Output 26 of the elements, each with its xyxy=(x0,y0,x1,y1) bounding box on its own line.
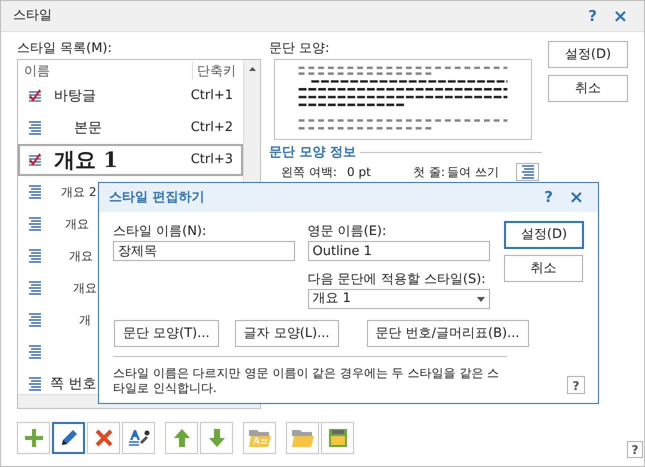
first-line-value: 들여 쓰기 xyxy=(447,166,500,178)
note-text: 스타일 이름은 다르지만 영문 이름이 같은 경우에는 두 스타일을 같은 스타일로 인식합니다. xyxy=(113,366,500,396)
style-name: 본문 xyxy=(73,118,102,138)
style-name: 개요 1 xyxy=(53,146,118,174)
shortcut: Ctrl+3 xyxy=(190,151,233,170)
first-line-label: 첫 줄: xyxy=(413,166,446,178)
style-name: 개요 xyxy=(68,248,93,265)
preview-label: 문단 모양: xyxy=(269,40,331,58)
left-margin-label: 왼쪽 여백: xyxy=(281,166,338,178)
shortcut: Ctrl+1 xyxy=(190,87,233,106)
style-name: 개요 2 xyxy=(60,184,96,201)
style-name: 쪽 번호 xyxy=(49,374,96,394)
dialog-title: 스타일 편집하기 xyxy=(109,188,205,207)
field-label: 다음 문단에 적용할 스타일(S): xyxy=(308,271,487,289)
style-name: 바탕글 xyxy=(53,86,96,106)
window-title: 스타일 xyxy=(13,7,52,26)
column-header: 단축키 xyxy=(196,63,237,80)
left-margin-value: 0 pt xyxy=(347,166,372,178)
style-name: 개요 xyxy=(64,216,89,233)
shortcut: Ctrl+2 xyxy=(190,119,233,138)
style-name: 개 xyxy=(78,312,91,329)
style-name: 개요 xyxy=(72,280,97,297)
field-label: 영문 이름(E): xyxy=(308,223,388,241)
field-label: 스타일 이름(N): xyxy=(113,223,208,241)
section-title: 문단 모양 정보 xyxy=(269,144,356,162)
list-label: 스타일 목록(M): xyxy=(17,40,113,58)
